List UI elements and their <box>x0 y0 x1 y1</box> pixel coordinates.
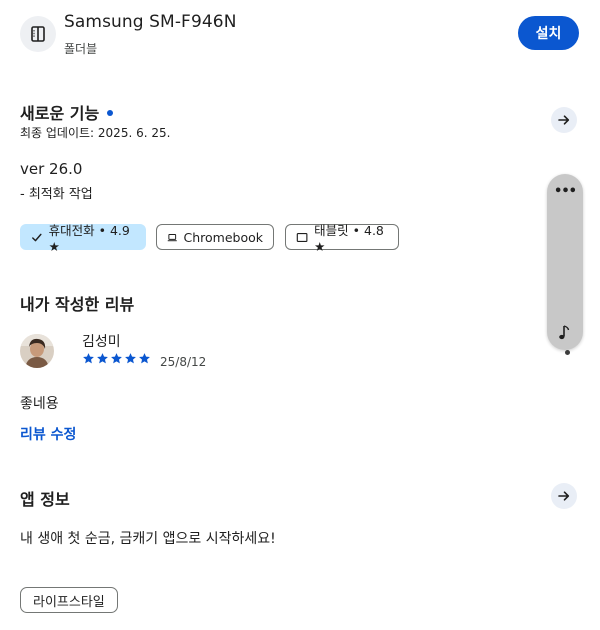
star-icon <box>139 353 150 364</box>
category-tag[interactable]: 라이프스타일 <box>20 587 118 613</box>
tablet-icon <box>296 232 308 242</box>
app-info-title: 앱 정보 <box>20 490 70 509</box>
chip-chromebook[interactable]: Chromebook <box>156 224 274 250</box>
avatar <box>20 334 54 368</box>
app-description: 내 생애 첫 순금, 금캐기 앱으로 시작하세요! <box>20 531 276 547</box>
check-icon <box>32 233 42 241</box>
last-updated: 최종 업데이트: 2025. 6. 25. <box>20 126 171 140</box>
arrow-right-icon <box>558 115 570 125</box>
floating-side-panel[interactable]: ••• <box>547 174 583 350</box>
edit-review-link[interactable]: 리뷰 수정 <box>20 424 76 444</box>
review-text: 좋네용 <box>20 396 59 412</box>
foldable-phone-icon <box>20 16 56 52</box>
chip-phone[interactable]: 휴대전화 • 4.9 ★ <box>20 223 146 254</box>
star-icon <box>111 353 122 364</box>
reviewer-name: 김성미 <box>82 334 121 350</box>
music-note-icon[interactable] <box>556 324 574 342</box>
install-button[interactable]: 설치 <box>518 16 579 50</box>
whats-new-title: 새로운 기능 <box>20 100 114 124</box>
device-name: Samsung SM-F946N <box>64 12 237 32</box>
star-icon <box>97 353 108 364</box>
arrow-right-icon <box>558 491 570 501</box>
chip-tablet-label: 태블릿 • 4.8 ★ <box>314 223 384 254</box>
review-date: 25/8/12 <box>160 355 207 369</box>
star-icon <box>125 353 136 364</box>
my-review-title: 내가 작성한 리뷰 <box>20 295 135 314</box>
whats-new-arrow-button[interactable] <box>551 107 577 133</box>
whats-new-title-text: 새로운 기능 <box>20 104 100 123</box>
laptop-icon <box>167 233 177 241</box>
update-note: - 최적화 작업 <box>20 187 93 202</box>
star-rating <box>82 352 151 365</box>
more-options-icon[interactable]: ••• <box>547 184 583 199</box>
version-text: ver 26.0 <box>20 160 83 178</box>
side-handle-dot <box>565 350 570 355</box>
chip-chromebook-label: Chromebook <box>183 229 264 245</box>
app-info-arrow-button[interactable] <box>551 483 577 509</box>
chip-phone-label: 휴대전화 • 4.9 ★ <box>48 223 130 254</box>
star-icon <box>83 353 94 364</box>
device-type: 폴더블 <box>64 42 98 56</box>
chip-tablet[interactable]: 태블릿 • 4.8 ★ <box>285 223 399 254</box>
new-indicator-dot <box>107 109 114 116</box>
